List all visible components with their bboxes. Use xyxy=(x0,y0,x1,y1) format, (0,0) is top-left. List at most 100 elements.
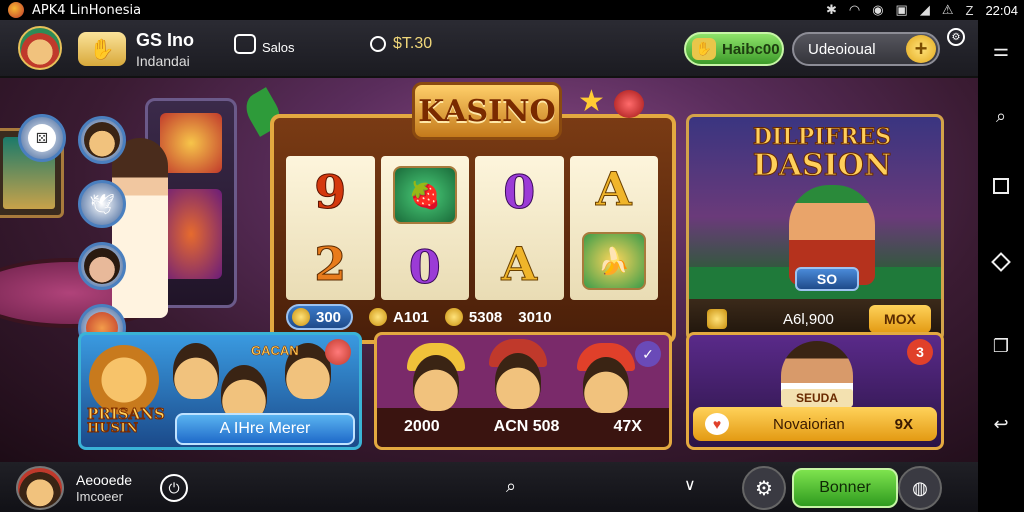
plus-icon[interactable]: + xyxy=(906,35,936,63)
card2-stat: ACN 508 xyxy=(493,418,560,435)
promo-title-line2: DASION xyxy=(752,148,892,184)
chevron-down-icon[interactable]: ∨ xyxy=(684,475,696,495)
coin-icon xyxy=(444,308,463,326)
brand-name: GS Ino xyxy=(136,30,194,50)
game-screen: ✋ GS Ino Indandai Salos $T.30 ✋ Haibc00 … xyxy=(0,20,978,462)
player-face xyxy=(413,355,459,411)
sales-label[interactable]: Salos xyxy=(262,40,295,55)
user-name: Aeooede xyxy=(76,472,133,488)
wifi-icon: ◠ xyxy=(848,2,861,17)
friend-avatar-2[interactable] xyxy=(78,242,126,290)
card3-bar[interactable]: ♥ Novaiorian 9X xyxy=(693,407,937,441)
promo-banner[interactable]: DILPIFRES DASION SO A6l,900 MOX xyxy=(686,114,944,342)
player-face xyxy=(583,357,629,413)
slot-title: KASINO xyxy=(412,82,562,140)
promo-badge: SO xyxy=(795,267,859,291)
promo-amount: A6l,900 xyxy=(783,310,834,328)
player-avatar[interactable] xyxy=(18,26,62,70)
game-card-2[interactable]: ✓ 2000 ACN 508 47X xyxy=(374,332,672,450)
user-subtitle: Imcoeer xyxy=(76,489,123,504)
game-card-1[interactable]: GACAN PRISANS HUSIN A IHre Merer xyxy=(78,332,362,450)
card-tag: GACAN xyxy=(251,343,299,359)
hand-icon: ✋ xyxy=(692,38,716,60)
stat-item: 3010 xyxy=(518,309,551,326)
fruit-icon: 🍓 xyxy=(392,166,457,224)
reel-symbol: 0 xyxy=(503,165,536,219)
status-bar: APK4 LinHonesia ✱ ◠ ◉ ▣ ◢ ⚠ Z 22:04 xyxy=(0,0,1024,20)
balance-value: $T.30 xyxy=(393,35,433,52)
stat-item: A101 xyxy=(369,308,429,326)
game-card-3[interactable]: 3 SEUDA ♥ Novaiorian 9X xyxy=(686,332,944,450)
slot-stats: 300 A101 5308 3010 xyxy=(286,302,658,332)
back-icon[interactable]: ↩ xyxy=(978,408,1024,440)
reel-symbol: A xyxy=(501,237,538,291)
notification-badge: 3 xyxy=(907,339,933,365)
status-time: 22:04 xyxy=(985,2,1018,18)
square-icon[interactable] xyxy=(978,170,1024,202)
green-top-button[interactable]: ✋ Haibc00 xyxy=(684,32,784,66)
menu-icon[interactable]: ⚌ xyxy=(978,34,1024,66)
power-icon[interactable]: ⏻ xyxy=(160,474,188,502)
heart-icon xyxy=(614,90,644,118)
search-icon[interactable]: ⌕ xyxy=(978,100,1024,132)
deposit-button[interactable]: Udeoioual + xyxy=(792,32,940,66)
stat-value: 5308 xyxy=(468,308,503,326)
banana-icon: 🍌 xyxy=(581,232,646,290)
help-icon[interactable]: ◍ xyxy=(898,466,942,510)
heart-icon: ♥ xyxy=(705,413,729,435)
bottom-bar: Aeooede Imcoeer ⏻ ⌕ ∨ ⚙ Bonner ◍ xyxy=(0,462,978,512)
deposit-button-label: Udeoioual xyxy=(808,40,876,58)
copy-icon[interactable]: ❐ xyxy=(978,330,1024,362)
check-icon[interactable]: ✓ xyxy=(635,341,661,367)
card1-button[interactable]: A IHre Merer xyxy=(175,413,355,445)
coin-icon xyxy=(370,36,386,52)
sim-icon: ▣ xyxy=(895,2,908,17)
signal-icon: ◢ xyxy=(919,2,930,17)
bottom-green-button[interactable]: Bonner xyxy=(792,468,898,508)
rec-icon: ◉ xyxy=(872,2,884,17)
coin-icon xyxy=(707,309,727,329)
chat-icon[interactable] xyxy=(234,34,256,54)
card3-label: Novaiorian xyxy=(773,415,845,433)
green-top-button-label: Haibc00 xyxy=(722,40,780,58)
promo-title: DILPIFRES DASION xyxy=(737,124,907,184)
card-brand: PRISANS HUSIN xyxy=(87,406,166,436)
card3-multiplier: 9X xyxy=(894,415,913,433)
card2-stat: 2000 xyxy=(404,418,440,435)
card-brand-line2: HUSIN xyxy=(87,421,139,436)
promo-title-line1: DILPIFRES xyxy=(752,124,892,150)
share-button[interactable]: 🕊 xyxy=(78,180,126,228)
top-bar: ✋ GS Ino Indandai Salos $T.30 ✋ Haibc00 … xyxy=(0,20,978,78)
system-nav-rail: ⚌ ⌕ ❐ ↩ xyxy=(978,20,1024,512)
stat-value: 300 xyxy=(316,308,342,326)
gear-icon[interactable]: ⚙ xyxy=(742,466,786,510)
coin-icon xyxy=(292,308,310,326)
player-face xyxy=(173,343,219,399)
coin-icon xyxy=(369,308,388,326)
card2-stat: 47X xyxy=(613,418,642,435)
settings-icon[interactable]: ⚙ xyxy=(947,28,965,46)
z-icon: Z xyxy=(965,2,974,18)
friend-avatar-1[interactable] xyxy=(78,116,126,164)
search-icon[interactable]: ⌕ xyxy=(506,476,516,497)
promo-button[interactable]: MOX xyxy=(869,305,931,333)
slot-reels[interactable]: 9 2 🍓 0 0 A A 🍌 xyxy=(286,156,658,300)
no-sim-icon: ⚠ xyxy=(941,2,954,17)
reel-2: 🍓 0 xyxy=(380,156,469,300)
reel-3: 0 A xyxy=(475,156,564,300)
card2-stats: 2000 ACN 508 47X xyxy=(377,407,669,447)
face-icon xyxy=(84,122,120,158)
brand-subtitle: Indandai xyxy=(136,53,190,69)
reel-4: A 🍌 xyxy=(569,156,658,300)
chip-icon xyxy=(325,339,351,365)
dice-button[interactable]: ⚄ xyxy=(18,114,66,162)
reel-symbol: 0 xyxy=(408,240,441,294)
stat-value: A101 xyxy=(393,308,429,326)
diamond-icon[interactable] xyxy=(978,246,1024,278)
hostess-figure xyxy=(112,138,168,318)
user-avatar[interactable] xyxy=(16,466,64,510)
stat-item: 5308 xyxy=(444,308,503,326)
face-icon xyxy=(84,248,120,284)
bet-pill[interactable]: 300 xyxy=(286,304,354,330)
app-icon xyxy=(8,2,24,18)
